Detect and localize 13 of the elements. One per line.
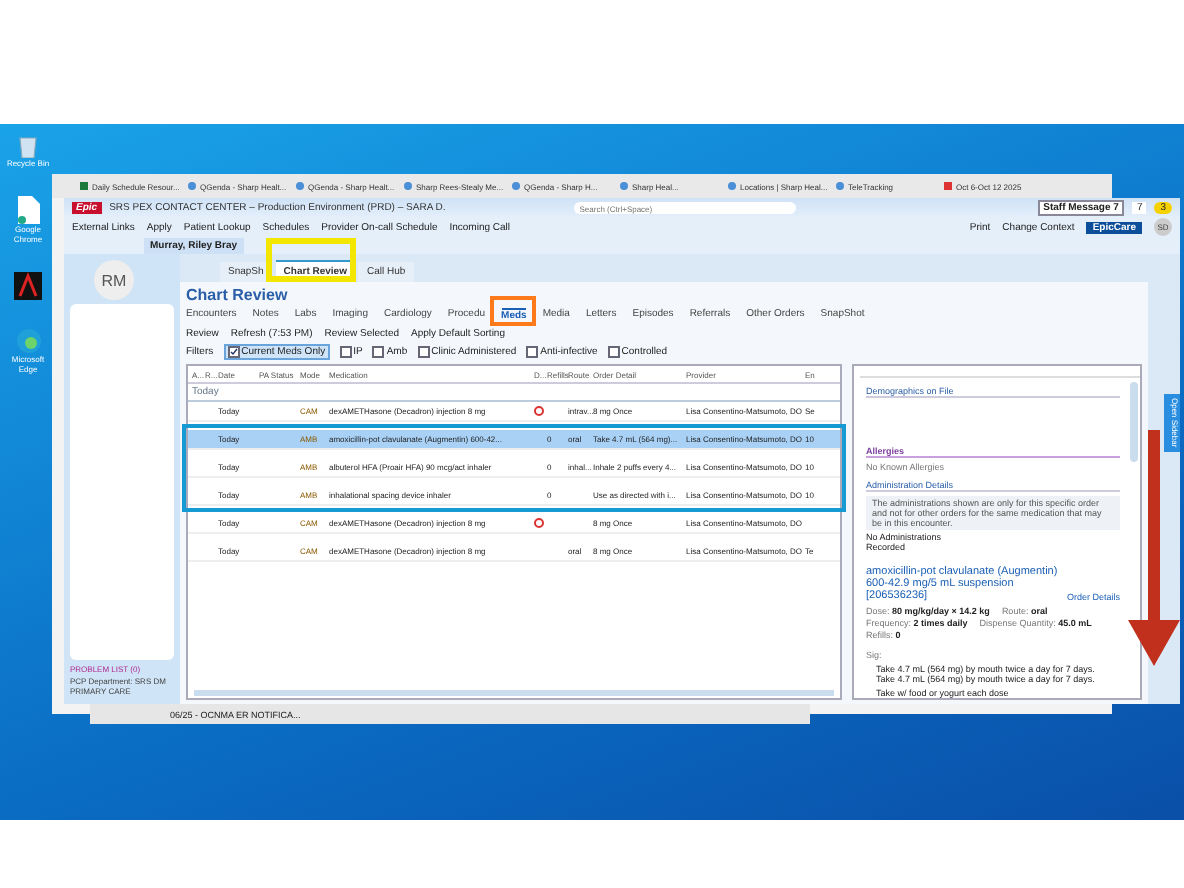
highlight-frame — [266, 238, 356, 282]
checkmark-icon — [229, 348, 238, 356]
app-icon[interactable] — [14, 272, 42, 301]
section-title: Chart Review — [186, 286, 290, 304]
horizontal-scrollbar[interactable] — [194, 690, 834, 696]
highlight-frame — [490, 296, 536, 326]
document-icon[interactable] — [17, 196, 39, 225]
warning-icon — [534, 517, 544, 527]
patient-avatar: RM — [94, 260, 134, 300]
browser-icon[interactable] — [15, 328, 41, 355]
recycle-bin-icon[interactable] — [16, 132, 40, 158]
warning-icon — [534, 405, 544, 415]
vertical-scrollbar[interactable] — [1130, 382, 1138, 462]
